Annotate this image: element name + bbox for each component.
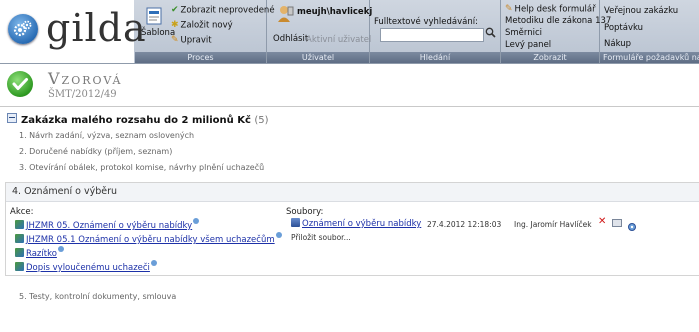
ribbon-group-proces: Šablona ✔ Zobrazit neprovedené ✱ Založit n… xyxy=(135,0,275,63)
search-icon[interactable] xyxy=(485,27,496,41)
username: meujh\havlicekj xyxy=(297,7,373,17)
check-icon: ✔ xyxy=(171,5,179,15)
email-icon[interactable] xyxy=(612,219,622,227)
formulare-group-label: Formuláře požadavků na xyxy=(600,52,699,63)
divider xyxy=(0,106,699,107)
zalozit-novy-button[interactable]: ✱ Založit nový xyxy=(171,20,233,31)
section-header[interactable]: Zakázka malého rozsahu do 2 milionů Kč (… xyxy=(7,113,269,126)
help-desk-button[interactable]: ✎ Help desk formulář xyxy=(505,4,596,15)
ribbon-group-zobrazit: ✎ Help desk formulář Metodiku dle zákona … xyxy=(501,0,611,63)
file-author: Ing. Jaromír Havlíček xyxy=(514,220,592,229)
action-link-label: Razítko xyxy=(26,249,57,259)
ribbon-group-hledani: Fulltextové vyhledávání: Hledání xyxy=(370,0,501,63)
toolbar-ribbon: gilda Šablona ✔ Zobrazit neprovedené ✱ Zal… xyxy=(0,0,699,64)
file-link[interactable]: Oznámení o výběru nabídky xyxy=(291,218,421,229)
active-step-panel: 4. Oznámení o výběru Akce: JHZMR 05. Ozn… xyxy=(5,182,699,276)
akce-label: Akce: xyxy=(10,207,34,217)
document-icon xyxy=(15,234,24,243)
action-link-label: Dopis vyloučenému uchazeči xyxy=(26,263,150,273)
ribbon-group-uzivatel: meujh\havlicekj Odhlásit Aktivní uživate… xyxy=(267,0,373,63)
action-link-label: JHZMR 05. Oznámení o výběru nabídky xyxy=(26,221,193,231)
proces-group-label: Proces xyxy=(135,52,266,63)
file-date: 27.4.2012 12:18:03 xyxy=(427,220,502,229)
help-desk-label: Help desk formulář xyxy=(514,4,596,15)
hledani-group-label: Hledání xyxy=(370,52,500,63)
action-link-label: JHZMR 05.1 Oznámení o výběru nabídky vše… xyxy=(26,235,275,245)
active-step-title: 4. Oznámení o výběru xyxy=(6,183,699,202)
help-icon[interactable] xyxy=(57,246,64,252)
new-icon: ✱ xyxy=(171,20,179,30)
edit-icon: ✎ xyxy=(171,35,179,45)
document-icon xyxy=(15,220,24,229)
action-link-jhzmr05[interactable]: JHZMR 05. Oznámení o výběru nabídky xyxy=(15,218,200,231)
active-user-status: Aktivní uživatel xyxy=(306,35,372,45)
form-icon: ✎ xyxy=(505,4,513,14)
attach-file-link[interactable]: Přiložit soubor... xyxy=(291,233,351,242)
stamp-icon xyxy=(15,248,24,257)
ribbon-group-formulare: Veřejnou zakázku Poptávku Nákup Formulář… xyxy=(600,0,699,63)
zobrazit-neprovedene-button[interactable]: ✔ Zobrazit neprovedené xyxy=(171,5,275,16)
action-link-dopis[interactable]: Dopis vyloučenému uchazeči xyxy=(15,260,157,273)
smernice-button[interactable]: Směrnici xyxy=(505,28,542,38)
record-number: ŠMT/2012/49 xyxy=(48,89,117,100)
logout-button[interactable]: Odhlásit xyxy=(273,34,308,44)
zobrazit-group-label: Zobrazit xyxy=(501,52,599,63)
section-title: Zakázka malého rozsahu do 2 milionů Kč xyxy=(21,115,251,126)
check-circle-icon xyxy=(7,71,33,97)
soubory-label: Soubory: xyxy=(286,207,324,217)
nakup-button[interactable]: Nákup xyxy=(604,39,631,49)
zalozit-novy-label: Založit nový xyxy=(180,20,233,31)
step-item[interactable]: 1. Návrh zadání, výzva, seznam oslovenýc… xyxy=(19,131,194,140)
logo-text: gilda xyxy=(46,6,147,50)
help-icon[interactable] xyxy=(150,260,157,266)
settings-icon[interactable] xyxy=(627,217,636,231)
step-item[interactable]: 5. Testy, kontrolní dokumenty, smlouva xyxy=(19,292,176,301)
uzivatel-group-label: Uživatel xyxy=(267,52,369,63)
action-link-razitko[interactable]: Razítko xyxy=(15,246,64,259)
upravit-button[interactable]: ✎ Upravit xyxy=(171,35,212,46)
collapse-icon[interactable] xyxy=(7,113,17,123)
step-item[interactable]: 3. Otevírání obálek, protokol komise, ná… xyxy=(19,163,264,172)
word-file-icon xyxy=(291,218,300,227)
metodika-button[interactable]: Metodiku dle zákona 137 xyxy=(505,16,611,26)
file-name: Oznámení o výběru nabídky xyxy=(302,219,422,229)
sablona-button[interactable]: Šablona xyxy=(141,6,175,38)
section-count: (5) xyxy=(254,115,269,126)
help-icon[interactable] xyxy=(275,232,282,238)
page-title: Vzorová xyxy=(48,69,123,88)
upravit-label: Upravit xyxy=(180,35,212,46)
levy-panel-button[interactable]: Levý panel xyxy=(505,40,551,50)
poptavka-button[interactable]: Poptávku xyxy=(604,23,643,33)
search-label: Fulltextové vyhledávání: xyxy=(374,17,478,27)
delete-icon[interactable]: ✕ xyxy=(598,217,607,227)
template-icon xyxy=(146,7,162,25)
help-icon[interactable] xyxy=(193,218,200,224)
user-icon xyxy=(277,4,295,27)
search-input[interactable] xyxy=(380,28,484,42)
record-header: Vzorová ŠMT/2012/49 xyxy=(0,64,699,104)
zobrazit-neprovedene-label: Zobrazit neprovedené xyxy=(180,5,275,16)
step-item[interactable]: 2. Doručené nabídky (příjem, seznam) xyxy=(19,147,172,156)
verejna-zakazka-button[interactable]: Veřejnou zakázku xyxy=(604,6,678,16)
app-logo[interactable]: gilda xyxy=(0,0,146,63)
action-link-jhzmr051[interactable]: JHZMR 05.1 Oznámení o výběru nabídky vše… xyxy=(15,232,282,245)
document-icon xyxy=(15,262,24,271)
gears-icon xyxy=(8,14,38,44)
